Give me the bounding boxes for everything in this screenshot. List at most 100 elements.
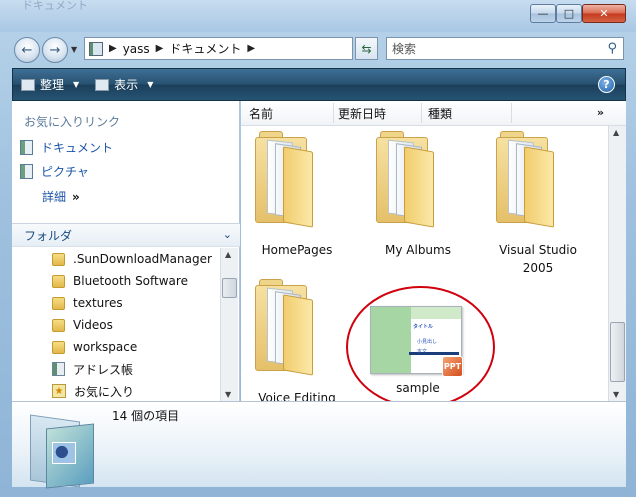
item-count: 14 個の項目 xyxy=(112,409,180,423)
tree-item-label: お気に入り xyxy=(74,384,135,399)
tree-item[interactable]: .SunDownloadManager xyxy=(52,248,212,270)
column-header-name[interactable]: 名前 xyxy=(249,105,273,122)
double-chevron-icon: » xyxy=(72,190,80,204)
file-name: My Albums xyxy=(385,243,451,257)
help-icon[interactable]: ? xyxy=(598,76,615,93)
folder-item[interactable]: Voice Editing xyxy=(237,279,357,415)
tree-item[interactable]: workspace xyxy=(52,336,137,358)
favorite-links-title: お気に入りリンク xyxy=(24,115,121,129)
tree-item-label: アドレス帳 xyxy=(73,362,134,377)
tree-item-label: Videos xyxy=(73,318,113,332)
views-button[interactable]: 表示 ▼ xyxy=(87,69,161,100)
chevron-down-icon: ⌄ xyxy=(222,228,232,241)
folder-icon xyxy=(496,131,554,228)
title-bar: ドキュメント — □ ✕ xyxy=(0,0,636,32)
breadcrumb-separator-icon[interactable]: ▶ xyxy=(247,43,255,54)
column-header-modified[interactable]: 更新日時 xyxy=(338,105,386,122)
breadcrumb-documents[interactable]: ドキュメント xyxy=(169,40,241,57)
maximize-icon: □ xyxy=(563,7,575,20)
documents-icon xyxy=(20,140,33,155)
favorite-link-documents[interactable]: ドキュメント xyxy=(20,139,113,156)
pictures-icon xyxy=(20,164,33,179)
scroll-down-icon[interactable]: ▼ xyxy=(225,390,231,399)
chevron-down-icon: ▼ xyxy=(147,80,154,89)
folder-tree-scrollbar[interactable]: ▲ ▼ xyxy=(220,248,238,401)
scroll-up-icon[interactable]: ▲ xyxy=(225,250,231,259)
column-header-row: 名前 更新日時 種類 » xyxy=(241,101,626,126)
navigation-pane: お気に入りリンク ドキュメント ピクチャ 詳細 » フォルダ ⌄ .SunDown… xyxy=(12,101,240,401)
arrow-left-icon: ← xyxy=(21,42,33,58)
favorites-icon: ★ xyxy=(52,384,66,398)
location-folder-icon xyxy=(89,41,103,56)
details-pane: 14 個の項目 xyxy=(12,401,626,489)
favorite-label: ピクチャ xyxy=(41,165,89,179)
tree-item-label: textures xyxy=(73,296,123,310)
folder-item[interactable]: HomePages xyxy=(237,131,357,267)
folders-header[interactable]: フォルダ ⌄ xyxy=(12,223,240,247)
scroll-up-icon[interactable]: ▲ xyxy=(613,128,619,137)
search-placeholder: 検索 xyxy=(392,42,417,56)
arrow-right-icon: → xyxy=(49,42,61,58)
column-divider[interactable] xyxy=(511,103,512,123)
explorer-window: ドキュメント — □ ✕ ← → ▼ ▶ yass ▶ ドキュメント ▶ ⇆ 検… xyxy=(0,0,636,497)
tree-item-label: Bluetooth Software xyxy=(73,274,188,288)
folder-item[interactable]: Visual Studio 2005 xyxy=(478,131,598,275)
maximize-button[interactable]: □ xyxy=(556,4,582,23)
organize-button[interactable]: 整理 ▼ xyxy=(13,69,87,100)
minimize-button[interactable]: — xyxy=(530,4,556,23)
folder-icon xyxy=(255,131,313,228)
breadcrumb-separator-icon[interactable]: ▶ xyxy=(109,43,117,54)
minimize-icon: — xyxy=(537,7,549,20)
breadcrumb-user[interactable]: yass xyxy=(123,42,150,56)
organize-icon xyxy=(21,78,35,91)
search-icon[interactable]: ⚲ xyxy=(607,41,617,56)
favorite-link-pictures[interactable]: ピクチャ xyxy=(20,163,89,180)
address-book-icon xyxy=(52,362,65,376)
folder-icon xyxy=(52,274,65,288)
documents-folder-icon xyxy=(22,408,104,489)
scroll-thumb[interactable] xyxy=(222,278,237,298)
search-input[interactable]: 検索 ⚲ xyxy=(386,37,624,60)
refresh-button[interactable]: ⇆ xyxy=(355,37,378,60)
column-divider[interactable] xyxy=(421,103,422,123)
more-links-button[interactable]: 詳細 » xyxy=(42,188,80,205)
file-list-scrollbar[interactable]: ▲ ▼ xyxy=(608,126,626,401)
forward-button[interactable]: → xyxy=(42,37,68,63)
organize-label: 整理 xyxy=(40,78,65,92)
tree-item[interactable]: Bluetooth Software xyxy=(52,270,188,292)
recent-pages-dropdown-icon[interactable]: ▼ xyxy=(71,45,77,54)
breadcrumb-separator-icon[interactable]: ▶ xyxy=(156,43,164,54)
column-header-type[interactable]: 種類 xyxy=(428,105,452,122)
tree-item[interactable]: textures xyxy=(52,292,123,314)
scroll-thumb[interactable] xyxy=(610,322,625,382)
views-label: 表示 xyxy=(114,78,139,92)
folder-item[interactable]: My Albums xyxy=(358,131,478,267)
chevron-down-icon: ▼ xyxy=(73,80,80,89)
close-button[interactable]: ✕ xyxy=(582,4,626,23)
tree-item[interactable]: ★ お気に入り xyxy=(52,380,134,401)
tree-item-label: workspace xyxy=(73,340,138,354)
folder-tree: .SunDownloadManager Bluetooth Software t… xyxy=(12,248,220,401)
file-name: Visual Studio 2005 xyxy=(499,243,577,275)
annotation-circle xyxy=(346,286,495,408)
folder-icon xyxy=(52,296,65,310)
window-title: ドキュメント xyxy=(22,0,88,12)
scroll-down-icon[interactable]: ▼ xyxy=(613,390,619,399)
folder-icon xyxy=(52,340,65,354)
folders-title: フォルダ xyxy=(24,228,73,243)
close-icon: ✕ xyxy=(599,7,609,20)
command-toolbar: 整理 ▼ 表示 ▼ ? xyxy=(12,68,626,101)
folder-icon xyxy=(376,131,434,228)
column-divider[interactable] xyxy=(333,103,334,123)
views-icon xyxy=(95,78,110,91)
favorite-label: ドキュメント xyxy=(41,141,114,155)
tree-item[interactable]: Videos xyxy=(52,314,113,336)
more-columns-icon[interactable]: » xyxy=(597,106,604,119)
refresh-icon: ⇆ xyxy=(361,41,372,56)
tree-item-label: .SunDownloadManager xyxy=(73,252,212,266)
address-bar[interactable]: ▶ yass ▶ ドキュメント ▶ xyxy=(84,37,353,60)
folder-icon xyxy=(52,318,65,332)
file-name: HomePages xyxy=(261,243,333,257)
back-button[interactable]: ← xyxy=(14,37,40,63)
tree-item[interactable]: アドレス帳 xyxy=(52,358,133,380)
